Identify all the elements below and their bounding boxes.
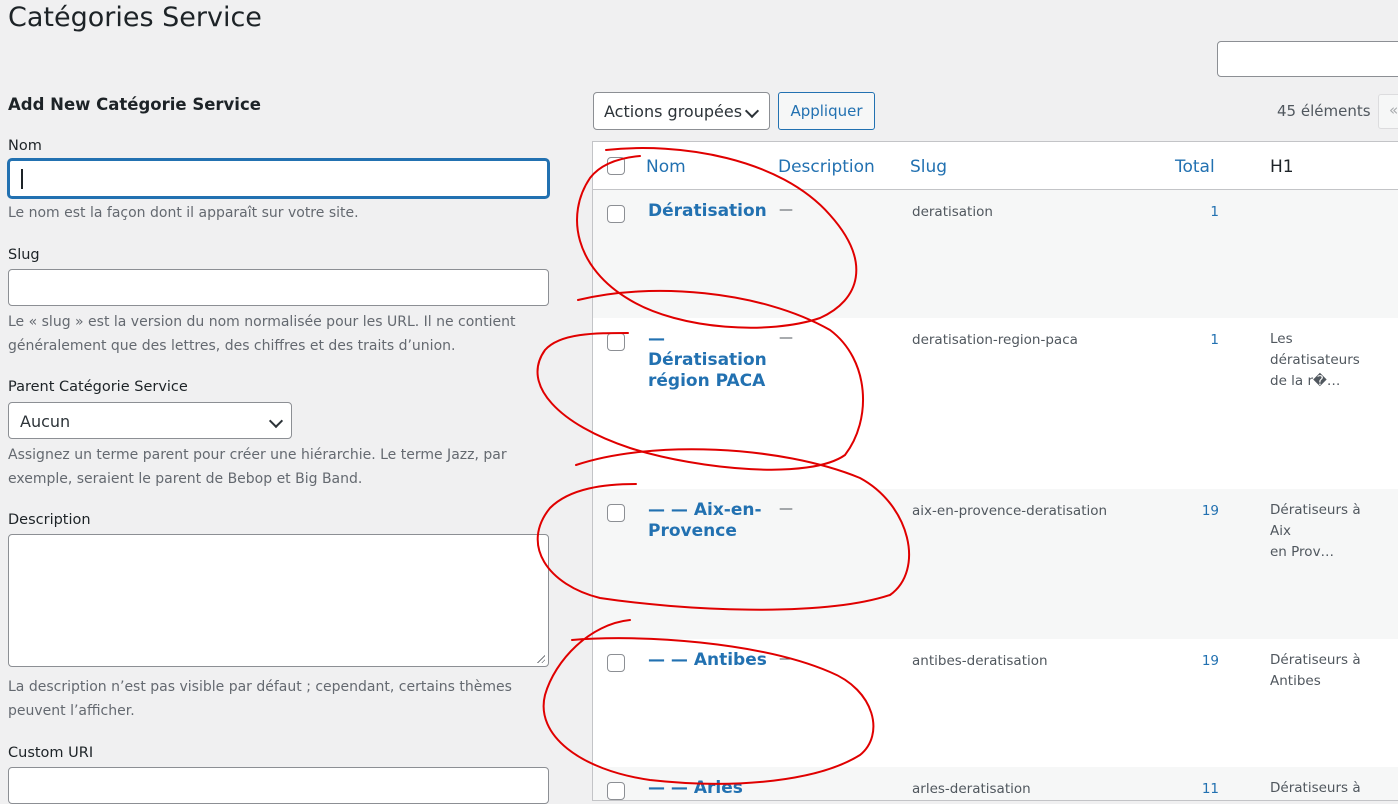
description-help-line-2: peuvent l’afficher. bbox=[8, 703, 135, 719]
add-term-form: Add New Catégorie Service Nom Le nom est… bbox=[0, 0, 560, 804]
slug-label: Slug bbox=[8, 247, 40, 263]
column-h1: H1 bbox=[1270, 157, 1294, 177]
name-help: Le nom est la façon dont il apparaît sur… bbox=[8, 205, 359, 221]
description-label: Description bbox=[8, 512, 91, 528]
row-checkbox[interactable] bbox=[607, 205, 625, 223]
term-total-link[interactable]: 1 bbox=[1189, 204, 1219, 220]
table-row: — — Arles arles-deratisation 11 Dératise… bbox=[593, 767, 1398, 800]
term-name-line: — — Arles bbox=[648, 778, 743, 798]
term-h1-line: en Prov… bbox=[1270, 544, 1335, 560]
column-slug[interactable]: Slug bbox=[910, 157, 947, 177]
search-input[interactable] bbox=[1217, 41, 1398, 77]
description-textarea[interactable] bbox=[8, 534, 549, 667]
term-description: — bbox=[779, 651, 793, 667]
table-header: Nom Description Slug Total H1 bbox=[593, 142, 1398, 190]
term-h1-line: de la r�… bbox=[1270, 373, 1341, 389]
term-slug: arles-deratisation bbox=[912, 781, 1031, 797]
term-h1-line: Dératiseurs à bbox=[1270, 652, 1361, 668]
term-slug: antibes-deratisation bbox=[912, 653, 1048, 669]
items-count: 45 éléments bbox=[1277, 102, 1371, 120]
table-row: — Dératisation région PACA — deratisatio… bbox=[593, 318, 1398, 489]
table-row: — — Aix-en- Provence — aix-en-provence-d… bbox=[593, 489, 1398, 639]
resize-handle-icon[interactable] bbox=[536, 654, 545, 663]
form-heading: Add New Catégorie Service bbox=[8, 95, 261, 114]
row-checkbox[interactable] bbox=[607, 782, 625, 800]
row-checkbox[interactable] bbox=[607, 333, 625, 351]
slug-input[interactable] bbox=[8, 269, 549, 306]
slug-help-line-2: généralement que des lettres, des chiffr… bbox=[8, 338, 456, 354]
name-input[interactable] bbox=[8, 159, 549, 198]
term-name-link[interactable]: Dératisation bbox=[648, 201, 768, 222]
parent-help-line-2: exemple, seraient le parent de Bebop et … bbox=[8, 471, 363, 487]
parent-label: Parent Catégorie Service bbox=[8, 379, 188, 395]
text-caret bbox=[21, 169, 23, 189]
description-help-line-1: La description n’est pas visible par déf… bbox=[8, 679, 512, 695]
term-h1-line: Dératiseurs à Aix bbox=[1270, 502, 1361, 539]
term-name-line: Provence bbox=[648, 521, 737, 541]
term-h1-line: Antibes bbox=[1270, 673, 1321, 689]
term-name-line: Dératisation bbox=[648, 201, 767, 221]
term-h1: Dératiseurs à Aix en Prov… bbox=[1270, 500, 1382, 563]
table-row: — — Antibes — antibes-deratisation 19 Dé… bbox=[593, 639, 1398, 767]
table-row: Dératisation — deratisation 1 bbox=[593, 190, 1398, 318]
term-name-line: — — Aix-en- bbox=[648, 500, 762, 520]
term-total-link[interactable]: 19 bbox=[1189, 653, 1219, 669]
term-total-link[interactable]: 19 bbox=[1189, 503, 1219, 519]
term-name-link[interactable]: — — Arles bbox=[648, 778, 768, 799]
term-name-line: — — Antibes bbox=[648, 650, 767, 670]
chevron-down-icon bbox=[268, 413, 284, 429]
chevron-down-icon bbox=[744, 103, 760, 119]
slug-help-line-1: Le « slug » est la version du nom normal… bbox=[8, 314, 516, 330]
first-page-button[interactable]: « bbox=[1378, 94, 1398, 129]
parent-select-value: Aucun bbox=[20, 412, 71, 431]
term-h1-line: Les dératisateurs bbox=[1270, 331, 1360, 368]
term-description: — bbox=[779, 202, 793, 218]
bulk-actions-value: Actions groupées bbox=[604, 102, 743, 121]
term-h1: Dératiseurs à Antibes bbox=[1270, 650, 1382, 692]
term-slug: deratisation bbox=[912, 204, 993, 220]
term-name-link[interactable]: — — Antibes bbox=[648, 650, 788, 671]
terms-table: Nom Description Slug Total H1 Dératisati… bbox=[592, 141, 1398, 801]
custom-uri-label: Custom URI bbox=[8, 745, 94, 761]
term-description: — bbox=[779, 330, 793, 346]
column-name[interactable]: Nom bbox=[646, 157, 686, 177]
select-all-checkbox[interactable] bbox=[607, 157, 625, 175]
term-h1: Les dératisateurs de la r�… bbox=[1270, 329, 1382, 392]
parent-select[interactable]: Aucun bbox=[8, 402, 292, 439]
parent-help-line-1: Assignez un terme parent pour créer une … bbox=[8, 447, 507, 463]
term-total-link[interactable]: 11 bbox=[1189, 781, 1219, 797]
apply-button[interactable]: Appliquer bbox=[778, 92, 875, 130]
term-description: — bbox=[779, 501, 793, 517]
bulk-actions-select[interactable]: Actions groupées bbox=[593, 92, 770, 130]
term-name-line: région PACA bbox=[648, 371, 766, 391]
column-total[interactable]: Total bbox=[1175, 157, 1215, 177]
term-name-line: Dératisation bbox=[648, 350, 767, 370]
row-checkbox[interactable] bbox=[607, 654, 625, 672]
term-name-link[interactable]: — — Aix-en- Provence bbox=[648, 500, 768, 542]
term-slug: deratisation-region-paca bbox=[912, 332, 1078, 348]
term-h1-line: Dératiseurs à bbox=[1270, 780, 1361, 796]
term-total-link[interactable]: 1 bbox=[1189, 332, 1219, 348]
name-label: Nom bbox=[8, 138, 42, 154]
term-name-line: — bbox=[648, 329, 665, 349]
custom-uri-input[interactable] bbox=[8, 767, 549, 804]
column-description[interactable]: Description bbox=[778, 157, 875, 177]
term-h1: Dératiseurs à bbox=[1270, 778, 1382, 799]
term-slug: aix-en-provence-deratisation bbox=[912, 503, 1108, 519]
row-checkbox[interactable] bbox=[607, 504, 625, 522]
term-name-link[interactable]: — Dératisation région PACA bbox=[648, 329, 768, 392]
